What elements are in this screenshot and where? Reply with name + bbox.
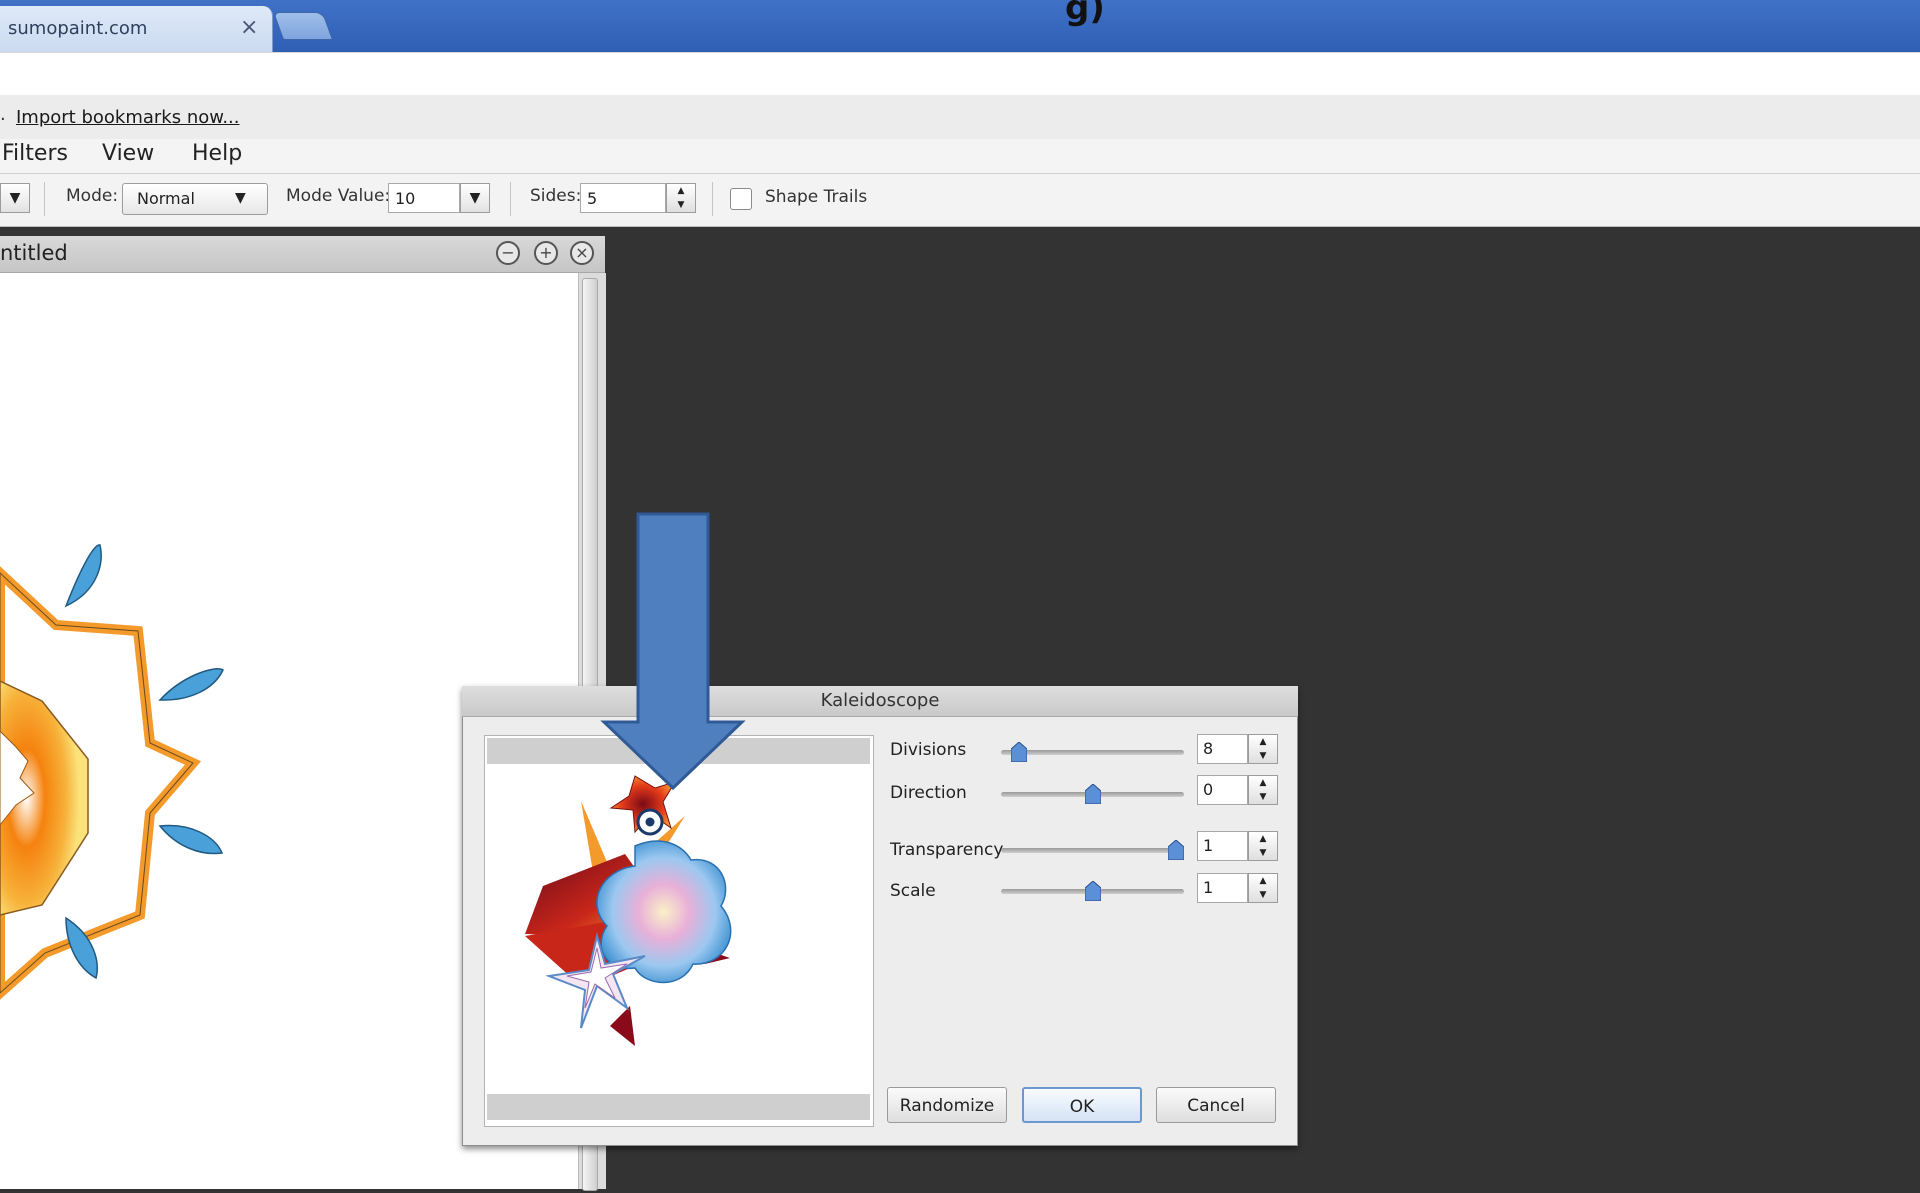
transparency-slider-thumb[interactable] (1168, 840, 1184, 860)
transparency-input[interactable]: 1 (1197, 831, 1248, 861)
scale-label: Scale (890, 881, 936, 901)
mode-value-dropdown[interactable]: ▼ (460, 183, 490, 213)
stepper-down-icon[interactable]: ▼ (667, 198, 695, 212)
stepper-up-icon[interactable]: ▲ (1249, 776, 1277, 790)
stepper-down-icon[interactable]: ▼ (1249, 790, 1277, 804)
divisions-label: Divisions (890, 740, 967, 760)
dialog-title-bar[interactable]: Kaleidoscope (462, 686, 1298, 717)
stepper-down-icon[interactable]: ▼ (1249, 749, 1277, 763)
menu-bar (0, 139, 1920, 174)
bookmark-bar-text: . (0, 104, 6, 125)
direction-stepper[interactable]: ▲ ▼ (1248, 775, 1278, 805)
stepper-up-icon[interactable]: ▲ (1249, 874, 1277, 888)
shape-trails-label: Shape Trails (765, 187, 868, 207)
sides-label: Sides: (530, 186, 582, 206)
arrow-down-icon (600, 512, 746, 790)
preview-image (525, 775, 732, 1046)
ok-button[interactable]: OK (1022, 1087, 1142, 1123)
mode-select[interactable]: Normal ▼ (122, 183, 268, 215)
stepper-up-icon[interactable]: ▲ (1249, 832, 1277, 846)
stepper-down-icon[interactable]: ▼ (1249, 888, 1277, 902)
preview-panel (484, 735, 874, 1127)
transparency-slider-track[interactable] (1001, 848, 1184, 853)
direction-label: Direction (890, 783, 967, 803)
dialog-title: Kaleidoscope (820, 690, 940, 711)
shape-trails-checkbox[interactable] (730, 188, 752, 210)
chevron-down-icon: ▼ (469, 190, 481, 206)
scale-stepper[interactable]: ▲ ▼ (1248, 873, 1278, 903)
stepper-down-icon[interactable]: ▼ (1249, 846, 1277, 860)
toolbar-separator (510, 182, 511, 216)
tool-preset-dropdown[interactable]: ▼ (0, 183, 30, 213)
divisions-input[interactable]: 8 (1197, 734, 1248, 764)
divisions-slider-track[interactable] (1001, 750, 1184, 755)
new-tab-button[interactable] (272, 12, 334, 40)
menu-filters[interactable]: Filters (2, 141, 68, 166)
direction-input[interactable]: 0 (1197, 775, 1248, 805)
mode-value-label: Mode Value: (286, 186, 391, 206)
scale-slider-thumb[interactable] (1084, 881, 1101, 901)
sides-stepper[interactable]: ▲ ▼ (666, 183, 696, 213)
bookmark-bar (0, 95, 1920, 140)
transparency-label: Transparency (890, 840, 1004, 860)
import-bookmarks-link[interactable]: Import bookmarks now... (16, 107, 239, 128)
chevron-down-icon: ▼ (235, 190, 246, 206)
close-icon[interactable]: × (240, 15, 258, 40)
menu-help[interactable]: Help (192, 141, 242, 166)
preview-bottom-bar (487, 1094, 870, 1120)
stepper-up-icon[interactable]: ▲ (667, 184, 695, 198)
transparency-stepper[interactable]: ▲ ▼ (1248, 831, 1278, 861)
toolbar-separator (712, 182, 713, 216)
stepper-up-icon[interactable]: ▲ (1249, 735, 1277, 749)
scale-input[interactable]: 1 (1197, 873, 1248, 903)
browser-tab-title: sumopaint.com (8, 18, 148, 39)
direction-slider-thumb[interactable] (1084, 784, 1101, 804)
mode-value-input[interactable]: 10 (388, 183, 460, 213)
zoom-in-icon[interactable]: + (534, 241, 558, 265)
mode-label: Mode: (66, 186, 119, 206)
randomize-button[interactable]: Randomize (887, 1087, 1007, 1123)
cancel-button[interactable]: Cancel (1156, 1087, 1276, 1123)
menu-view[interactable]: View (102, 141, 154, 166)
address-bar[interactable] (0, 52, 1920, 96)
sides-input[interactable]: 5 (580, 183, 666, 213)
document-title: ntitled (0, 241, 68, 265)
browser-tab[interactable]: sumopaint.com × (0, 6, 273, 52)
divisions-slider-thumb[interactable] (1011, 742, 1028, 762)
mode-select-value: Normal (137, 189, 195, 208)
close-icon[interactable]: × (570, 241, 594, 265)
divisions-stepper[interactable]: ▲ ▼ (1248, 734, 1278, 764)
zoom-out-icon[interactable]: − (496, 241, 520, 265)
chevron-down-icon: ▼ (9, 190, 21, 206)
toolbar-separator (44, 182, 45, 216)
page-title-fragment: g) (1065, 0, 1105, 28)
